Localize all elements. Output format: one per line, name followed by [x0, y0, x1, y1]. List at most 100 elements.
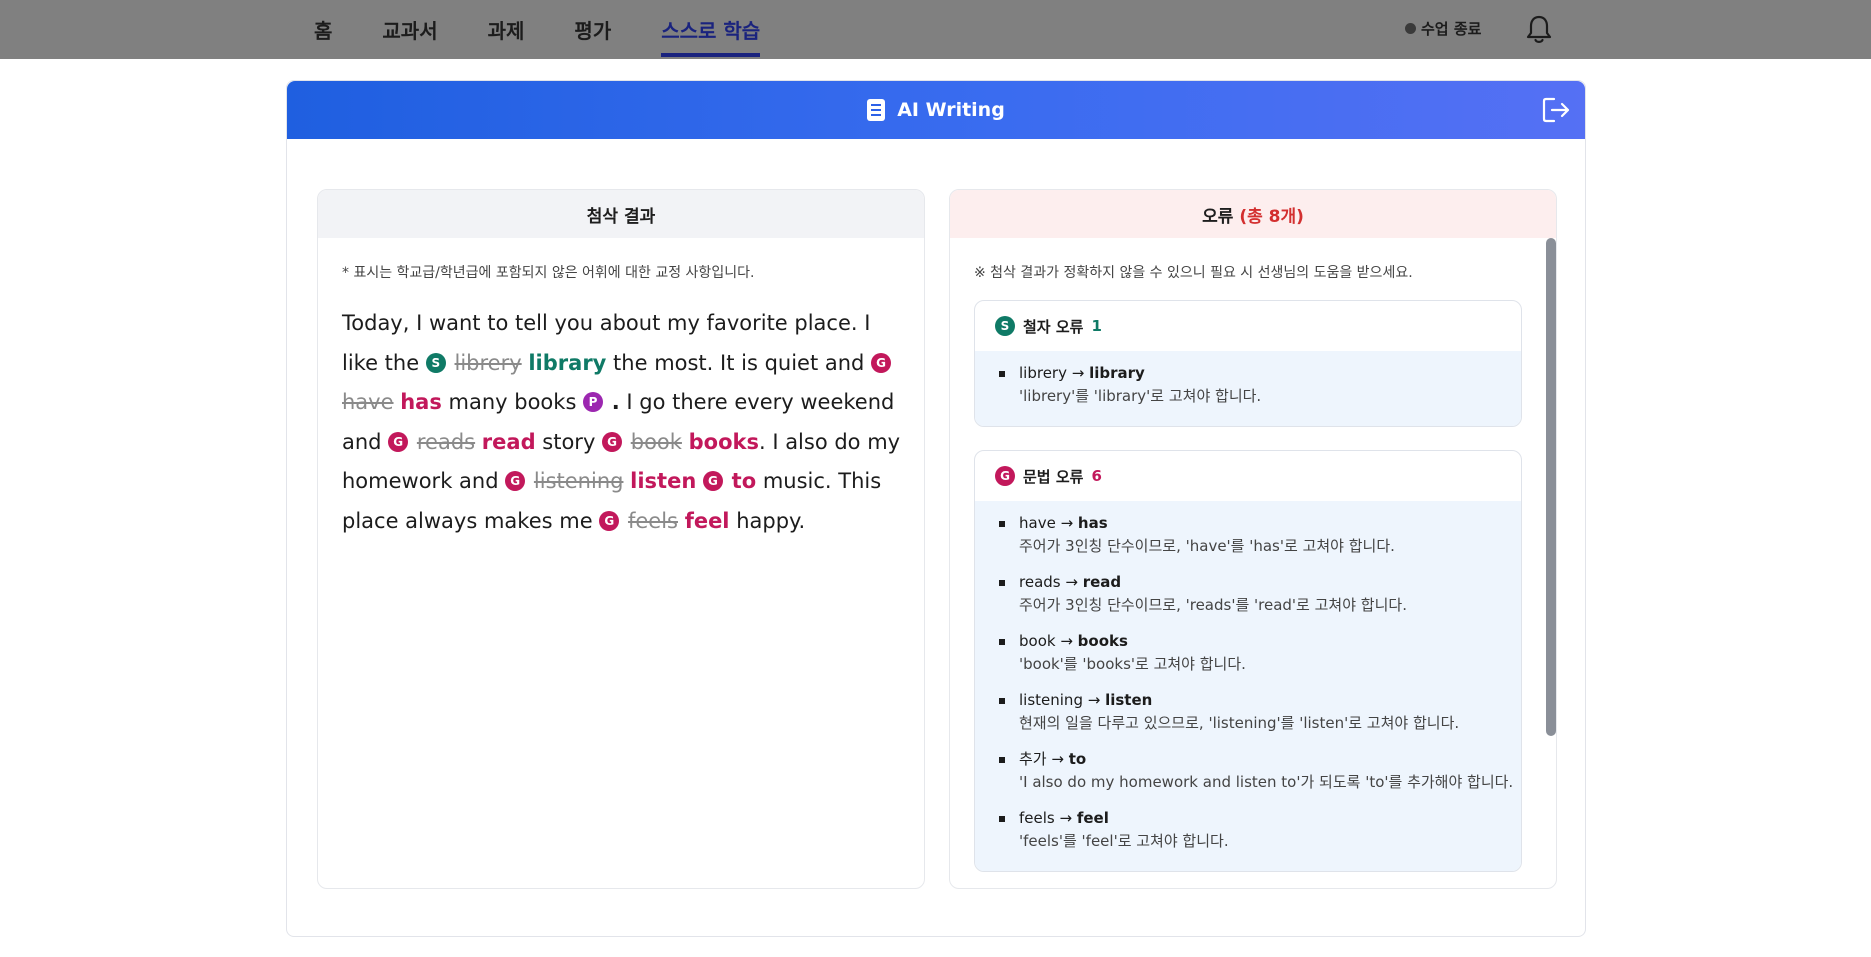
- spelling-error-label: 철자 오류: [1023, 317, 1084, 336]
- bullet-icon: [999, 521, 1005, 527]
- error-to: listen: [1105, 691, 1153, 709]
- error-list-panel: 오류 (총 8개) ※ 첨삭 결과가 정확하지 않을 수 있으니 필요 시 선생…: [949, 189, 1557, 889]
- error-from: reads: [1019, 573, 1061, 591]
- grammar-badge-icon[interactable]: G: [871, 352, 892, 373]
- bullet-icon: [999, 580, 1005, 586]
- grammar-error-label: 문법 오류: [1023, 467, 1084, 486]
- document-icon: [867, 99, 886, 121]
- corrected-word: feel: [684, 508, 730, 533]
- list-item: reads → read 주어가 3인칭 단수이므로, 'reads'를 're…: [999, 572, 1521, 616]
- list-item: book → books 'book'를 'books'로 고쳐야 합니다.: [999, 631, 1521, 675]
- spelling-error-box: S 철자 오류 1 librery → library 'librery'를 '…: [974, 300, 1522, 427]
- corrected-word: read: [481, 429, 536, 454]
- grammar-error-box: G 문법 오류 6 have → has 주어가 3인칭 단수이므로, 'hav…: [974, 450, 1522, 872]
- error-total-count: (총 8개): [1239, 206, 1304, 227]
- scrollbar[interactable]: [1546, 238, 1556, 888]
- bullet-icon: [999, 757, 1005, 763]
- spelling-error-list: librery → library 'librery'를 'library'로 …: [975, 351, 1521, 426]
- error-from: librery: [1019, 364, 1067, 382]
- card-header: AI Writing: [287, 81, 1585, 139]
- nav-item-textbook[interactable]: 교과서: [382, 0, 437, 59]
- corrected-word: library: [528, 350, 607, 375]
- error-from: have: [1019, 514, 1056, 532]
- error-from: book: [1019, 632, 1056, 650]
- vocabulary-note: * 표시는 학교급/학년급에 포함되지 않은 어휘에 대한 교정 사항입니다.: [342, 265, 755, 281]
- bullet-icon: [999, 639, 1005, 645]
- error-from: feels: [1019, 809, 1055, 827]
- essay-text: many books: [441, 390, 584, 414]
- error-description: 'librery'를 'library'로 고쳐야 합니다.: [1019, 387, 1262, 405]
- grammar-badge-icon[interactable]: G: [505, 471, 526, 491]
- error-scroll-area[interactable]: ※ 첨삭 결과가 정확하지 않을 수 있으니 필요 시 선생님의 도움을 받으세…: [950, 238, 1556, 888]
- grammar-badge-icon[interactable]: G: [388, 431, 409, 452]
- grammar-error-list: have → has 주어가 3인칭 단수이므로, 'have'를 'has'로…: [975, 501, 1521, 871]
- exit-icon[interactable]: [1541, 95, 1571, 125]
- original-word: reads: [416, 429, 476, 454]
- error-description: 주어가 3인칭 단수이므로, 'reads'를 'read'로 고쳐야 합니다.: [1019, 596, 1407, 614]
- error-description: 현재의 일을 다루고 있으므로, 'listening'를 'listen'로 …: [1019, 714, 1460, 732]
- ai-writing-card: AI Writing 첨삭 결과 * 표시는 학교급/학년급에 포함되지 않은 …: [286, 80, 1586, 937]
- corrected-essay: Today, I want to tell you about my favor…: [342, 304, 902, 541]
- error-to: feel: [1076, 809, 1109, 827]
- error-description: 'book'를 'books'로 고쳐야 합니다.: [1019, 655, 1246, 673]
- error-to: has: [1077, 514, 1108, 532]
- bullet-icon: [999, 371, 1005, 377]
- bullet-icon: [999, 698, 1005, 704]
- grammar-badge-icon[interactable]: G: [599, 510, 620, 531]
- main-nav: 홈 교과서 과제 평가 스스로 학습: [314, 0, 810, 59]
- error-title-label: 오류: [1202, 206, 1234, 227]
- list-item: feels → feel 'feels'를 'feel'로 고쳐야 합니다.: [999, 808, 1521, 852]
- grammar-badge-icon[interactable]: G: [602, 431, 623, 452]
- spelling-error-count: 1: [1091, 317, 1102, 335]
- end-class-button[interactable]: 수업 종료: [1405, 18, 1481, 39]
- error-to: to: [1068, 750, 1087, 768]
- nav-item-evaluation[interactable]: 평가: [574, 0, 611, 59]
- error-to: library: [1089, 364, 1145, 382]
- error-from: listening: [1019, 691, 1083, 709]
- nav-item-self-study[interactable]: 스스로 학습: [661, 0, 760, 59]
- corrected-word: books: [688, 429, 759, 454]
- original-word: librery: [454, 350, 522, 375]
- original-word: feels: [627, 508, 678, 533]
- original-word: listening: [533, 469, 624, 493]
- bullet-icon: [999, 816, 1005, 822]
- end-class-label: 수업 종료: [1421, 20, 1482, 38]
- correction-result-panel: 첨삭 결과 * 표시는 학교급/학년급에 포함되지 않은 어휘에 대한 교정 사…: [317, 189, 925, 889]
- spelling-error-header: S 철자 오류 1: [975, 301, 1521, 351]
- list-item: listening → listen 현재의 일을 다루고 있으므로, 'lis…: [999, 690, 1521, 734]
- error-from: 추가: [1019, 750, 1047, 768]
- accuracy-note: ※ 첨삭 결과가 정확하지 않을 수 있으니 필요 시 선생님의 도움을 받으세…: [974, 265, 1413, 281]
- corrected-word: to: [731, 469, 757, 493]
- punctuation-badge-icon[interactable]: P: [583, 392, 604, 412]
- list-item: librery → library 'librery'를 'library'로 …: [999, 363, 1521, 407]
- spelling-badge-icon[interactable]: S: [425, 352, 446, 373]
- corrected-word: listen: [630, 469, 697, 493]
- scrollbar-thumb[interactable]: [1546, 238, 1556, 736]
- spelling-badge-icon: S: [995, 316, 1015, 336]
- error-to: read: [1082, 573, 1122, 591]
- nav-item-assignment[interactable]: 과제: [488, 0, 525, 59]
- grammar-badge-icon: G: [995, 466, 1015, 486]
- bell-icon[interactable]: [1524, 13, 1554, 45]
- error-panel-title: 오류 (총 8개): [950, 190, 1556, 238]
- essay-text: the most. It is quiet and: [606, 350, 872, 375]
- top-nav-bar: 홈 교과서 과제 평가 스스로 학습 수업 종료: [0, 0, 1871, 59]
- nav-item-home[interactable]: 홈: [314, 0, 332, 59]
- status-dot-icon: [1405, 23, 1416, 34]
- grammar-error-header: G 문법 오류 6: [975, 451, 1521, 501]
- essay-text: story: [535, 429, 603, 454]
- error-to: books: [1077, 632, 1128, 650]
- error-description: 'feels'를 'feel'로 고쳐야 합니다.: [1019, 832, 1229, 850]
- original-word: have: [342, 390, 394, 414]
- grammar-error-count: 6: [1091, 467, 1102, 485]
- corrected-word: has: [400, 390, 442, 414]
- error-description: 주어가 3인칭 단수이므로, 'have'를 'has'로 고쳐야 합니다.: [1019, 537, 1395, 555]
- card-title: AI Writing: [897, 99, 1005, 121]
- grammar-badge-icon[interactable]: G: [702, 471, 723, 491]
- essay-text: happy.: [729, 508, 806, 533]
- correction-result-title: 첨삭 결과: [318, 190, 924, 238]
- original-word: book: [630, 429, 682, 454]
- list-item: 추가 → to 'I also do my homework and liste…: [999, 749, 1521, 793]
- error-description: 'I also do my homework and listen to'가 되…: [1019, 773, 1514, 791]
- corrected-word: .: [611, 390, 620, 414]
